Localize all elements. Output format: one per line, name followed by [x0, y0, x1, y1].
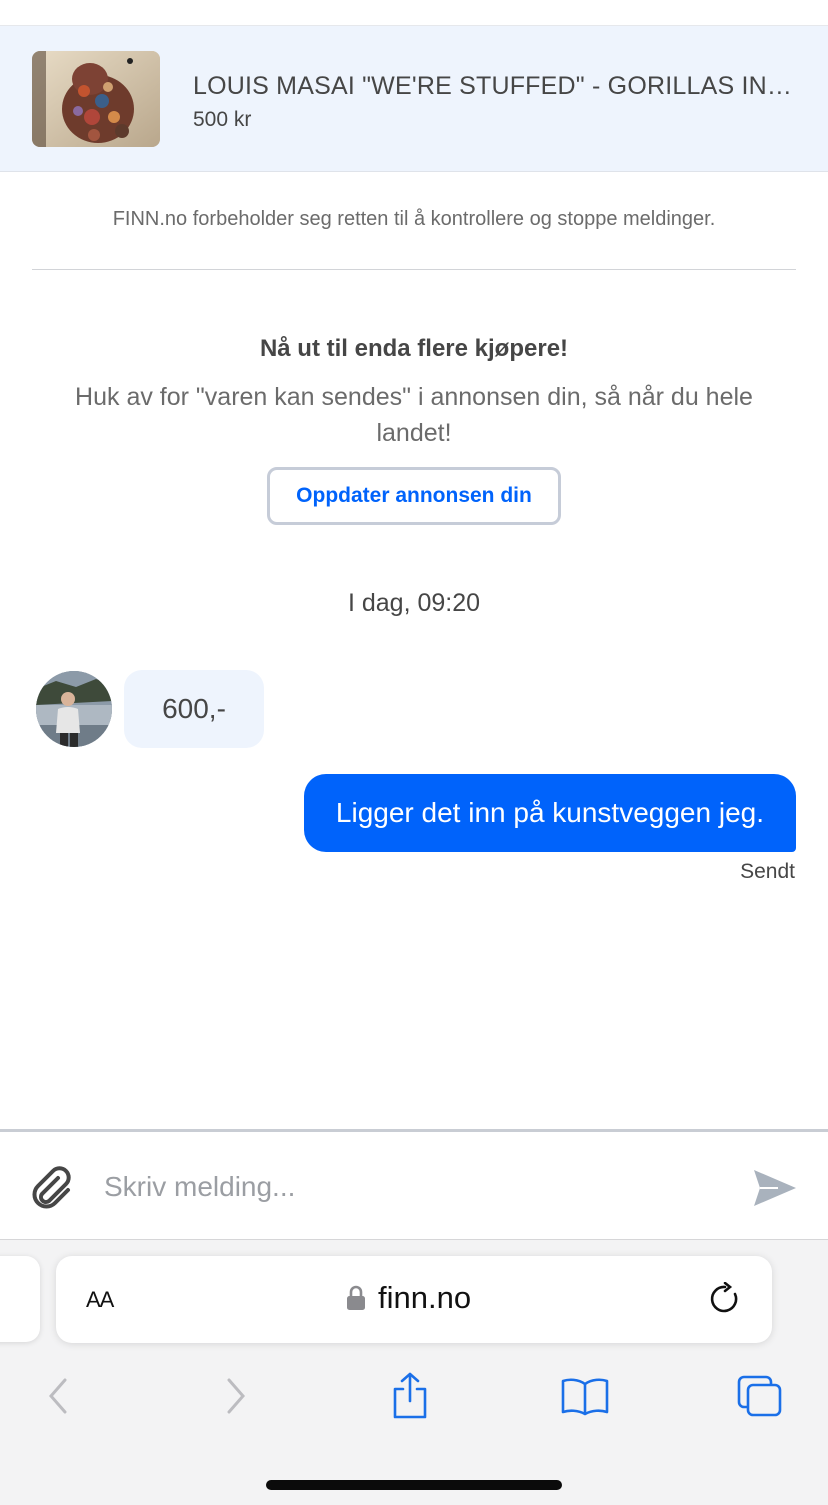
incoming-message-bubble: 600,- — [124, 670, 264, 748]
promo-text: Huk av for "varen kan sendes" i annonsen… — [75, 383, 753, 447]
listing-title[interactable]: LOUIS MASAI "WE'RE STUFFED" - GORILLAS I… — [193, 72, 793, 101]
text-size-label: AA — [86, 1287, 114, 1312]
url-text: finn.no — [378, 1280, 472, 1315]
outgoing-message-text: Ligger det inn på kunstveggen jeg. — [335, 797, 764, 828]
previous-tab-preview[interactable] — [0, 1256, 40, 1342]
reload-icon[interactable] — [708, 1281, 742, 1316]
back-icon[interactable] — [28, 1368, 88, 1424]
chat-page: LOUIS MASAI "WE'RE STUFFED" - GORILLAS I… — [0, 0, 828, 1505]
moderation-disclaimer: FINN.no forbeholder seg retten til å kon… — [112, 208, 716, 230]
avatar[interactable] — [36, 671, 112, 747]
divider — [32, 269, 796, 270]
promo-heading: Nå ut til enda flere kjøpere! — [259, 335, 569, 362]
incoming-message-text: 600,- — [162, 693, 226, 724]
message-timestamp: I dag, 09:20 — [347, 589, 481, 617]
url-display[interactable]: finn.no — [346, 1280, 471, 1316]
tabs-icon[interactable] — [730, 1368, 790, 1424]
listing-price: 500 kr — [193, 108, 252, 131]
home-indicator — [266, 1480, 562, 1490]
paperclip-icon[interactable] — [30, 1166, 74, 1210]
bookmarks-icon[interactable] — [555, 1368, 615, 1424]
text-size-button[interactable]: AA — [86, 1282, 114, 1314]
send-arrow-icon[interactable] — [752, 1168, 798, 1208]
lock-icon — [346, 1285, 366, 1311]
message-status: Sendt — [740, 860, 795, 883]
browser-chrome: AA finn.no — [0, 1239, 828, 1505]
message-composer — [0, 1129, 828, 1239]
message-input[interactable] — [104, 1162, 724, 1212]
share-icon[interactable] — [380, 1368, 440, 1424]
top-strip — [0, 0, 828, 26]
update-listing-button[interactable]: Oppdater annonsen din — [267, 467, 561, 525]
forward-icon[interactable] — [206, 1368, 266, 1424]
listing-thumbnail[interactable] — [32, 51, 160, 147]
address-bar[interactable]: AA finn.no — [56, 1256, 772, 1343]
browser-toolbar — [0, 1368, 828, 1428]
outgoing-message-bubble: Ligger det inn på kunstveggen jeg. — [303, 774, 796, 852]
listing-header[interactable]: LOUIS MASAI "WE'RE STUFFED" - GORILLAS I… — [0, 26, 828, 172]
